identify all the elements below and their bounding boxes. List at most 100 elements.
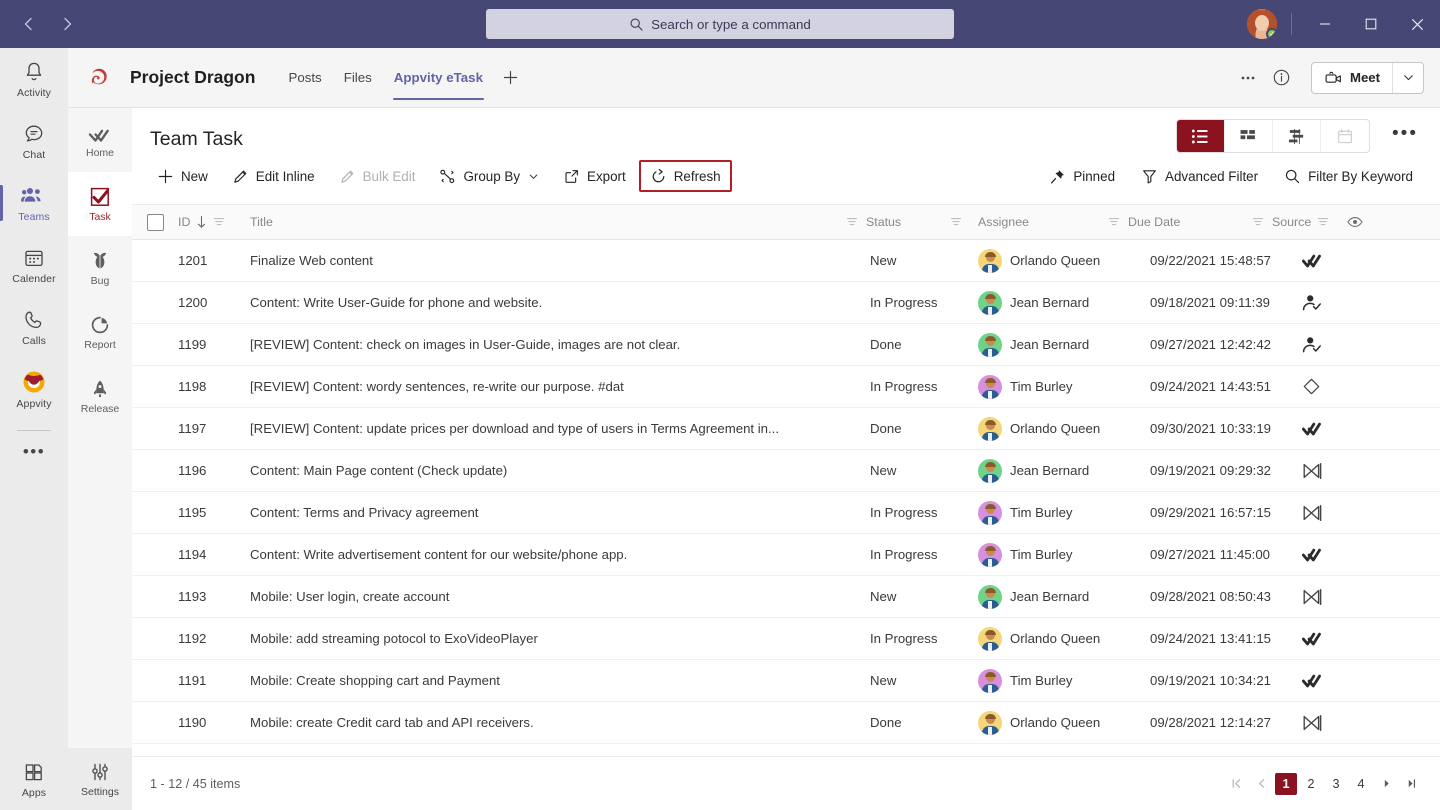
gantt-view-button[interactable] bbox=[1273, 120, 1321, 152]
table-row[interactable]: 1199 [REVIEW] Content: check on images in… bbox=[132, 324, 1440, 366]
tab-files[interactable]: Files bbox=[333, 48, 383, 108]
back-button[interactable] bbox=[14, 9, 44, 39]
cell-title[interactable]: Content: Write User-Guide for phone and … bbox=[250, 295, 870, 310]
meet-chevron-down-icon[interactable] bbox=[1393, 71, 1423, 84]
search-input[interactable]: Search or type a command bbox=[486, 9, 954, 39]
table-row[interactable]: 1197 [REVIEW] Content: update prices per … bbox=[132, 408, 1440, 450]
first-page-button[interactable] bbox=[1225, 773, 1247, 795]
sidebar-item-settings[interactable]: Settings bbox=[68, 748, 132, 810]
table-row[interactable]: 1190 Mobile: create Credit card tab and A… bbox=[132, 702, 1440, 744]
select-all-cell bbox=[132, 213, 178, 231]
add-tab-button[interactable] bbox=[494, 48, 528, 108]
new-button[interactable]: New bbox=[146, 160, 219, 192]
edit-inline-button[interactable]: Edit Inline bbox=[221, 160, 326, 192]
column-header-assignee[interactable]: Assignee bbox=[950, 215, 1122, 229]
page-button-1[interactable]: 1 bbox=[1275, 772, 1297, 795]
sidebar-item-calender[interactable]: Calender bbox=[0, 234, 68, 296]
rail-more-apps-button[interactable]: ••• bbox=[0, 435, 68, 469]
global-search[interactable]: Search or type a command bbox=[486, 9, 954, 39]
next-page-button[interactable] bbox=[1375, 773, 1397, 795]
sidebar-item-teams[interactable]: Teams bbox=[0, 172, 68, 234]
maximize-button[interactable] bbox=[1348, 0, 1394, 48]
cell-status: New bbox=[870, 673, 897, 688]
cell-title[interactable]: Mobile: User login, create account bbox=[250, 589, 870, 604]
table-header-row: ID Title Status Assignee Due Date Source bbox=[132, 204, 1440, 240]
table-row[interactable]: 1200 Content: Write User-Guide for phone … bbox=[132, 282, 1440, 324]
pinned-button[interactable]: Pinned bbox=[1038, 160, 1126, 192]
last-page-button[interactable] bbox=[1400, 773, 1422, 795]
sidebar-item-home[interactable]: Home bbox=[68, 108, 132, 172]
page-button-4[interactable]: 4 bbox=[1350, 773, 1372, 795]
column-header-status[interactable]: Status bbox=[846, 215, 954, 229]
settings-sliders-icon bbox=[88, 760, 112, 784]
filter-by-keyword-button[interactable]: Filter By Keyword bbox=[1273, 160, 1424, 192]
column-header-source[interactable]: Source bbox=[1252, 215, 1364, 229]
bulk-edit-button[interactable]: Bulk Edit bbox=[328, 160, 427, 192]
cell-status: New bbox=[870, 589, 897, 604]
table-row[interactable]: 1196 Content: Main Page content (Check up… bbox=[132, 450, 1440, 492]
export-button[interactable]: Export bbox=[552, 160, 637, 192]
cell-title[interactable]: Mobile: add streaming potocol to ExoVide… bbox=[250, 631, 870, 646]
meet-button[interactable]: Meet bbox=[1310, 61, 1424, 94]
cell-title[interactable]: Mobile: Create shopping cart and Payment bbox=[250, 673, 870, 688]
cell-title[interactable]: Mobile: create Credit card tab and API r… bbox=[250, 715, 870, 730]
meet-button-main[interactable]: Meet bbox=[1312, 63, 1392, 93]
sidebar-item-release[interactable]: Release bbox=[68, 364, 132, 428]
cell-title[interactable]: Content: Terms and Privacy agreement bbox=[250, 505, 870, 520]
table-row[interactable]: 1198 [REVIEW] Content: wordy sentences, r… bbox=[132, 366, 1440, 408]
cell-title[interactable]: [REVIEW] Content: wordy sentences, re-wr… bbox=[250, 379, 870, 394]
group-by-button[interactable]: Group By bbox=[428, 160, 550, 192]
sidebar-item-activity[interactable]: Activity bbox=[0, 48, 68, 110]
close-button[interactable] bbox=[1394, 0, 1440, 48]
filter-icon-due-date[interactable] bbox=[1108, 216, 1120, 228]
cell-title[interactable]: Content: Main Page content (Check update… bbox=[250, 463, 870, 478]
filter-icon-source[interactable] bbox=[1252, 216, 1264, 228]
page-button-2[interactable]: 2 bbox=[1300, 773, 1322, 795]
page-button-3[interactable]: 3 bbox=[1325, 773, 1347, 795]
sidebar-item-calls[interactable]: Calls bbox=[0, 296, 68, 358]
cell-title[interactable]: Content: Write advertisement content for… bbox=[250, 547, 870, 562]
sidebar-item-task[interactable]: Task bbox=[68, 172, 132, 236]
column-header-id[interactable]: ID bbox=[178, 215, 250, 229]
filter-icon-id[interactable] bbox=[213, 216, 225, 228]
forward-button[interactable] bbox=[52, 9, 82, 39]
column-visibility-eye-icon[interactable] bbox=[1347, 216, 1364, 228]
refresh-button[interactable]: Refresh bbox=[638, 160, 732, 192]
filter-icon-source-2[interactable] bbox=[1317, 216, 1329, 228]
tab-posts[interactable]: Posts bbox=[277, 48, 332, 108]
previous-page-button[interactable] bbox=[1250, 773, 1272, 795]
team-more-options-button[interactable] bbox=[1233, 63, 1263, 93]
minimize-button[interactable] bbox=[1302, 0, 1348, 48]
tab-appvity-etask[interactable]: Appvity eTask bbox=[383, 48, 494, 108]
main-more-options-button[interactable]: ••• bbox=[1392, 124, 1418, 143]
cell-title[interactable]: Finalize Web content bbox=[250, 253, 870, 268]
sort-ascending-icon[interactable] bbox=[196, 215, 207, 229]
sidebar-item-apps[interactable]: Apps bbox=[0, 748, 68, 810]
filter-icon-status[interactable] bbox=[846, 216, 858, 228]
cell-title[interactable]: [REVIEW] Content: check on images in Use… bbox=[250, 337, 870, 352]
filter-icon-assignee[interactable] bbox=[950, 216, 962, 228]
column-header-due-date[interactable]: Due Date bbox=[1108, 215, 1260, 229]
info-icon[interactable] bbox=[1267, 63, 1297, 93]
sidebar-item-chat[interactable]: Chat bbox=[0, 110, 68, 172]
task-double-check-icon bbox=[1302, 672, 1322, 689]
table-row[interactable]: 1195 Content: Terms and Privacy agreement… bbox=[132, 492, 1440, 534]
select-all-checkbox[interactable] bbox=[146, 213, 164, 231]
table-row[interactable]: 1191 Mobile: Create shopping cart and Pay… bbox=[132, 660, 1440, 702]
board-view-button[interactable] bbox=[1225, 120, 1273, 152]
column-header-title[interactable]: Title bbox=[250, 215, 870, 229]
advanced-filter-button[interactable]: Advanced Filter bbox=[1130, 160, 1269, 192]
table-row[interactable]: 1192 Mobile: add streaming potocol to Exo… bbox=[132, 618, 1440, 660]
sidebar-item-bug[interactable]: Bug bbox=[68, 236, 132, 300]
user-avatar[interactable] bbox=[1247, 9, 1277, 39]
table-row[interactable]: 1201 Finalize Web content New Orlando Queen… bbox=[132, 240, 1440, 282]
page-title: Team Task bbox=[150, 128, 243, 150]
cell-status: In Progress bbox=[870, 631, 938, 646]
sidebar-item-report[interactable]: Report bbox=[68, 300, 132, 364]
sidebar-item-appvity[interactable]: Appvity bbox=[0, 358, 68, 420]
table-row[interactable]: 1194 Content: Write advertisement content… bbox=[132, 534, 1440, 576]
calendar-view-button[interactable] bbox=[1321, 120, 1369, 152]
cell-title[interactable]: [REVIEW] Content: update prices per down… bbox=[250, 421, 870, 436]
table-row[interactable]: 1193 Mobile: User login, create account Ne… bbox=[132, 576, 1440, 618]
list-view-button[interactable] bbox=[1177, 120, 1225, 152]
